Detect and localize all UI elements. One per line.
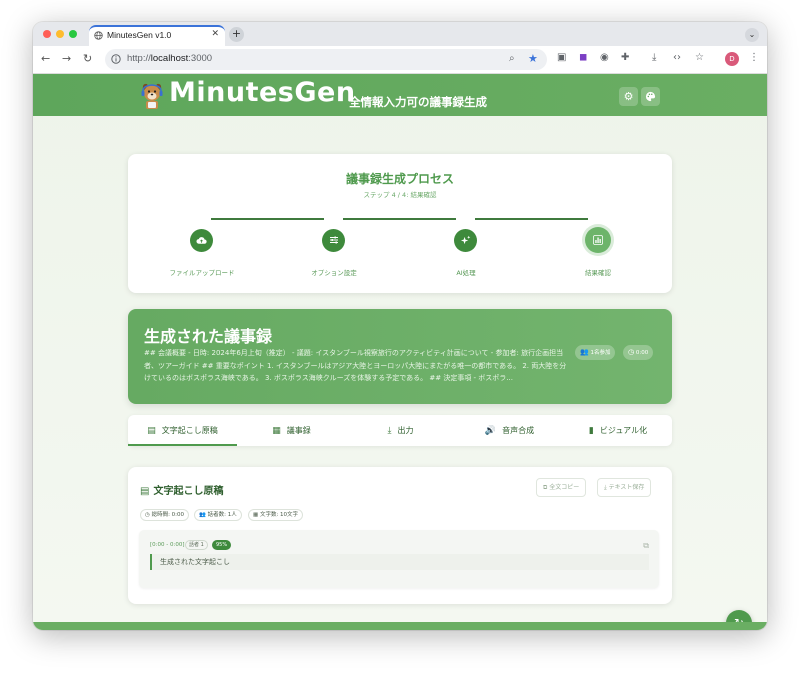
active-tab-indicator	[128, 444, 237, 446]
new-tab-button[interactable]: +	[229, 27, 244, 42]
people-icon: 👥	[199, 512, 206, 518]
bar-chart-icon: ▮	[588, 426, 594, 436]
transcript-title: ▤ 文字起こし原稿	[140, 486, 224, 497]
file-icon: ▦	[272, 426, 281, 436]
browser-toolbar: ← → ↻ http://localhost:3000 ⌕ ★ ▣ ◼ ◉ ✚ …	[33, 46, 767, 74]
document-icon: ▤	[147, 426, 156, 436]
palette-icon	[645, 91, 656, 102]
extension-camera-icon[interactable]: ◉	[600, 52, 609, 63]
minimize-window-button[interactable]	[56, 30, 64, 38]
transcript-card: ▤ 文字起こし原稿 ⧉ 全文コピー ⤓ テキスト保存 ◷ 総時間: 0:00 👥 …	[128, 467, 672, 604]
step-result-review[interactable]	[585, 227, 611, 253]
app-name: MinutesGen	[169, 77, 356, 108]
step-connector	[475, 218, 588, 220]
zoom-icon[interactable]: ⌕	[509, 53, 515, 64]
sparkle-icon	[460, 235, 471, 245]
meta-total-time: ◷ 総時間: 0:00	[140, 509, 190, 521]
voice-icon: 🔊	[484, 426, 497, 436]
back-icon[interactable]: ←	[41, 52, 50, 65]
reload-icon[interactable]: ↻	[83, 52, 92, 65]
duration-badge: ◷ 0:00	[623, 345, 654, 360]
result-summary: ## 会議概要 - 日時: 2024年6月上旬（推定） - 議題: イスタンブー…	[144, 349, 567, 382]
footer-bar	[33, 622, 767, 630]
transcript-segment: [0:00 - 0:00] 話者 1 95% ⧉ 生成された文字起こし	[139, 530, 659, 588]
app-header: MinutesGen 全情報入力可の議事録生成 ⚙	[33, 74, 767, 116]
browser-menu-icon[interactable]: ⋮	[749, 52, 759, 63]
segment-text[interactable]: 生成された文字起こし	[150, 554, 649, 570]
step-connector	[211, 218, 324, 220]
extension-screenshot-icon[interactable]: ▣	[557, 52, 566, 63]
result-banner: 生成された議事録 ## 会議概要 - 日時: 2024年6月上旬（推定） - 議…	[128, 309, 672, 404]
bookmark-star-icon[interactable]: ★	[528, 52, 538, 65]
save-text-button[interactable]: ⤓ テキスト保存	[597, 478, 652, 497]
clock-icon: ◷	[628, 348, 635, 356]
participants-badge: 👥 1名参加	[575, 345, 616, 360]
browser-tabbar: MinutesGen v1.0 ✕ + ⌄	[33, 22, 767, 46]
site-info-icon[interactable]	[111, 54, 121, 64]
segment-confidence: 95%	[212, 540, 232, 550]
browser-tab[interactable]: MinutesGen v1.0 ✕	[89, 25, 225, 46]
meta-char-count: ▦ 文字数: 10文字	[248, 509, 304, 521]
process-card: 議事録生成プロセス ステップ 4 / 4: 結果確認 ファイルアップロード オプ…	[128, 154, 672, 293]
address-bar[interactable]: http://localhost:3000 ⌕ ★	[105, 49, 547, 70]
app-viewport: MinutesGen 全情報入力可の議事録生成 ⚙ 議事録生成プロセス ステップ…	[33, 74, 767, 630]
file-icon: ▦	[253, 512, 259, 518]
step-label-options: オプション設定	[311, 269, 357, 277]
profile-avatar[interactable]: D	[725, 52, 739, 66]
settings-button[interactable]: ⚙	[619, 87, 638, 106]
tab-minutes[interactable]: ▦ 議事録	[237, 415, 346, 446]
process-step-indicator: ステップ 4 / 4: 結果確認	[363, 191, 437, 199]
reading-list-icon[interactable]: ☆	[695, 52, 704, 63]
close-window-button[interactable]	[43, 30, 51, 38]
step-options[interactable]	[322, 229, 345, 252]
sliders-icon	[329, 236, 338, 244]
download-icon: ⤓	[387, 426, 392, 436]
forward-icon[interactable]: →	[62, 52, 71, 65]
step-upload[interactable]	[190, 229, 213, 252]
meta-speakers: 👥 話者数: 1人	[194, 509, 242, 521]
result-tabs: ▤ 文字起こし原稿 ▦ 議事録 ⤓ 出力 🔊 音声合成 ▮ ビジュアル化	[128, 415, 672, 446]
tab-search-button[interactable]: ⌄	[745, 28, 759, 42]
step-label-result: 結果確認	[585, 269, 611, 277]
step-connector	[343, 218, 456, 220]
cloud-upload-icon	[196, 237, 207, 244]
globe-icon	[94, 31, 103, 40]
result-title: 生成された議事録	[144, 327, 273, 346]
step-label-upload: ファイルアップロード	[169, 269, 235, 277]
download-icon: ⤓	[604, 484, 607, 491]
app-tagline: 全情報入力可の議事録生成	[349, 95, 487, 109]
devtools-icon[interactable]: ‹›	[673, 52, 681, 63]
copy-icon[interactable]: ⧉	[643, 541, 649, 551]
bar-chart-icon	[593, 235, 603, 245]
theme-button[interactable]	[641, 87, 660, 106]
copy-all-button[interactable]: ⧉ 全文コピー	[536, 478, 587, 497]
segment-speaker: 話者 1	[185, 540, 208, 550]
tab-title: MinutesGen v1.0	[107, 30, 172, 40]
clock-icon: ◷	[145, 512, 150, 518]
browser-window: MinutesGen v1.0 ✕ + ⌄ ← → ↻ http://local…	[33, 22, 767, 630]
step-label-ai: AI処理	[456, 269, 476, 277]
tab-close-icon[interactable]: ✕	[211, 29, 219, 39]
copy-icon: ⧉	[543, 484, 548, 491]
maximize-window-button[interactable]	[69, 30, 77, 38]
url-text: http://localhost:3000	[127, 53, 213, 64]
tab-transcript[interactable]: ▤ 文字起こし原稿	[128, 415, 237, 446]
step-ai-processing[interactable]	[454, 229, 477, 252]
dog-logo-icon	[141, 83, 163, 109]
segment-time: [0:00 - 0:00]	[150, 542, 185, 548]
extensions-puzzle-icon[interactable]: ✚	[621, 52, 629, 63]
process-title: 議事録生成プロセス	[345, 172, 454, 186]
tab-voice[interactable]: 🔊 音声合成	[455, 415, 564, 446]
download-icon[interactable]: ⤓	[652, 52, 656, 63]
tab-visualize[interactable]: ▮ ビジュアル化	[564, 415, 672, 446]
people-icon: 👥	[580, 348, 589, 356]
document-icon: ▤	[140, 486, 150, 497]
tab-export[interactable]: ⤓ 出力	[346, 415, 455, 446]
gear-icon: ⚙	[623, 90, 634, 103]
extension-onenote-icon[interactable]: ◼	[579, 52, 587, 63]
